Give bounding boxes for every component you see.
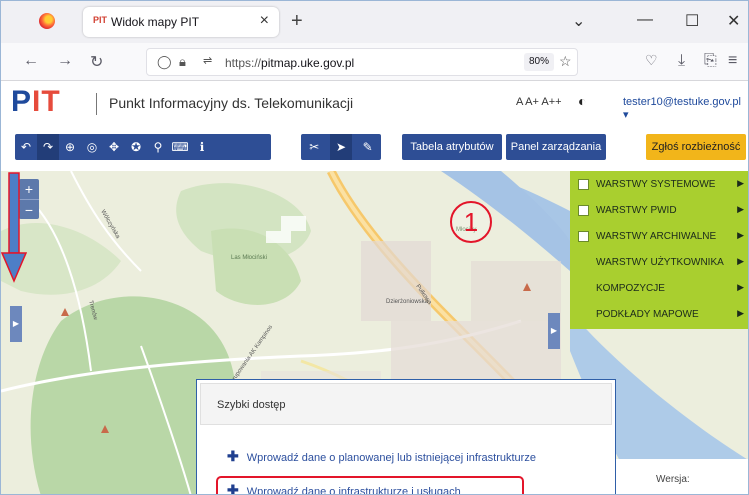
chevron-right-icon: ▶ xyxy=(737,308,744,318)
layer-compositions[interactable]: KOMPOZYCJE ▶ xyxy=(570,276,748,301)
annotation-highlight-box xyxy=(216,476,524,494)
report-discrepancy-button[interactable]: Zgłoś rozbieżność xyxy=(646,134,746,160)
plus-icon: ✚ xyxy=(227,448,239,464)
tools-icon[interactable]: ✂ xyxy=(303,134,325,160)
navigation-tools: ↶ ↷ ⊕ ◎ ✥ ✪ ⚲ ⌨ ℹ xyxy=(15,134,271,160)
font-size-switcher[interactable]: A A+ A++ xyxy=(516,96,562,108)
pointer-icon[interactable]: ➤ xyxy=(329,134,352,160)
left-panel-toggle[interactable]: ▶ xyxy=(10,306,22,342)
quick-access-title: Szybki dostęp xyxy=(217,399,286,411)
close-window-button[interactable]: ✕ xyxy=(727,11,740,31)
info-icon[interactable]: ℹ xyxy=(191,134,213,160)
back-icon[interactable]: ← xyxy=(23,52,39,70)
url-text[interactable]: https://pitmap.uke.gov.pl xyxy=(225,56,354,70)
pocket-icon[interactable]: ♡ xyxy=(645,52,658,69)
extensions-icon[interactable]: ⎘ xyxy=(704,52,717,70)
app-header: PIT Punkt Informacyjny ds. Telekomunikac… xyxy=(1,81,748,125)
pit-logo[interactable]: PIT xyxy=(11,85,61,119)
map-label-dzierzoniowska: Dzierżoniowska xyxy=(386,299,429,305)
tab-title: Widok mapy PIT xyxy=(111,15,200,29)
quick-access-header: Szybki dostęp xyxy=(200,383,612,425)
version-label: Wersja: xyxy=(656,474,690,485)
selection-tools: ✂ ➤ ✎ xyxy=(301,134,381,160)
redo-icon[interactable]: ↷ xyxy=(37,134,59,160)
pit-favicon-icon: PIT xyxy=(93,15,108,25)
admin-panel-button[interactable]: Panel zarządzania xyxy=(506,134,606,160)
chevron-right-icon: ▶ xyxy=(737,204,744,214)
tab-strip: PIT Widok mapy PIT × + ⌄ — ☐ ✕ xyxy=(1,1,748,43)
chevron-right-icon: ▶ xyxy=(737,178,744,188)
downloads-icon[interactable]: ⤓ xyxy=(678,52,685,70)
compass-icon[interactable]: ✪ xyxy=(125,134,147,160)
app-title: Punkt Informacyjny ds. Telekomunikacji xyxy=(109,95,354,111)
layer-panel: WARSTWY SYSTEMOWE ▶ WARSTWY PWID ▶ WARST… xyxy=(570,171,748,329)
search-icon[interactable]: ⚲ xyxy=(147,134,169,160)
pencil-icon[interactable]: ✎ xyxy=(357,134,379,160)
right-panel-toggle[interactable]: ▶ xyxy=(548,313,560,349)
chevron-right-icon: ▶ xyxy=(737,256,744,266)
browser-tab[interactable]: PIT Widok mapy PIT × xyxy=(83,7,279,37)
attribute-table-button[interactable]: Tabela atrybutów xyxy=(402,134,502,160)
layer-user[interactable]: WARSTWY UŻYTKOWNIKA ▶ xyxy=(570,250,748,275)
list-tabs-icon[interactable]: ⌄ xyxy=(572,11,585,31)
user-menu[interactable]: tester10@testuke.gov.pl ▾ xyxy=(623,96,748,121)
layer-basemaps[interactable]: PODKŁADY MAPOWE ▶ xyxy=(570,302,748,327)
menu-icon[interactable]: ≡ xyxy=(728,52,737,70)
permissions-icon[interactable]: ⇌ xyxy=(203,54,212,67)
forward-icon[interactable]: → xyxy=(57,52,73,70)
zoom-level[interactable]: 80% xyxy=(524,53,554,71)
locate-icon[interactable]: ⊕ xyxy=(59,134,81,160)
target-icon[interactable]: ◎ xyxy=(81,134,103,160)
layer-checkbox[interactable] xyxy=(578,231,589,242)
layer-checkbox[interactable] xyxy=(578,205,589,216)
layer-pwid[interactable]: WARSTWY PWID ▶ xyxy=(570,198,748,223)
pan-icon[interactable]: ✥ xyxy=(103,134,125,160)
firefox-icon xyxy=(39,13,55,29)
bookmark-star-icon[interactable]: ☆ xyxy=(559,53,572,70)
logo-divider xyxy=(96,93,97,115)
undo-icon[interactable]: ↶ xyxy=(15,134,37,160)
lock-icon[interactable]: 🔒︎ xyxy=(179,54,186,70)
chevron-right-icon: ▶ xyxy=(737,230,744,240)
reload-icon[interactable]: ↻ xyxy=(90,52,103,72)
chevron-right-icon: ▶ xyxy=(737,282,744,292)
annotation-step-1: 1 xyxy=(450,201,492,243)
quick-item-planned-infrastructure[interactable]: ✚ Wprowadź dane o planowanej lub istnieją… xyxy=(227,448,536,465)
layer-archive[interactable]: WARSTWY ARCHIWALNE ▶ xyxy=(570,224,748,249)
keyboard-icon[interactable]: ⌨ xyxy=(169,134,191,160)
tab-close-icon[interactable]: × xyxy=(260,12,269,30)
navigation-bar: ← → ↻ ◯ 🔒︎ ⇌ https://pitmap.uke.gov.pl 8… xyxy=(1,43,748,81)
map-toolbar: ↶ ↷ ⊕ ◎ ✥ ✪ ⚲ ⌨ ℹ ✂ ➤ ✎ Tabela atrybutów… xyxy=(1,125,748,171)
shield-icon[interactable]: ◯ xyxy=(157,54,172,70)
map-label-las: Las Młociński xyxy=(231,255,267,261)
maximize-button[interactable]: ☐ xyxy=(685,11,699,31)
url-bar[interactable]: ◯ 🔒︎ ⇌ https://pitmap.uke.gov.pl 80% ☆ xyxy=(146,48,578,76)
new-tab-button[interactable]: + xyxy=(291,10,303,33)
layer-system[interactable]: WARSTWY SYSTEMOWE ▶ xyxy=(570,172,748,197)
quick-access-panel: Szybki dostęp ✚ Wprowadź dane o planowane… xyxy=(196,379,616,494)
annotation-arrow xyxy=(1,172,27,283)
browser-window: PIT Widok mapy PIT × + ⌄ — ☐ ✕ ← → ↻ ◯ 🔒… xyxy=(0,0,749,495)
minimize-button[interactable]: — xyxy=(637,11,653,29)
contrast-icon[interactable]: ◐ xyxy=(578,93,586,109)
layer-checkbox[interactable] xyxy=(578,179,589,190)
